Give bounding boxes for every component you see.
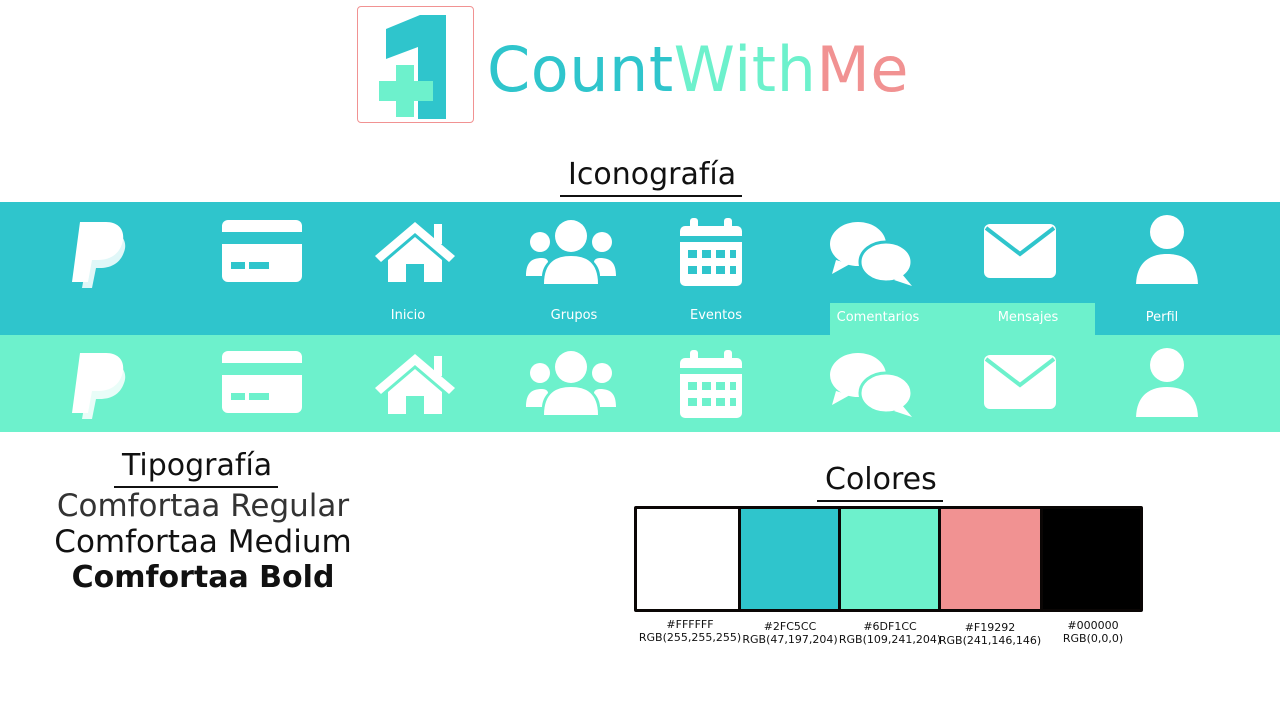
swatch-caption-white: #FFFFFF RGB(255,255,255) <box>639 618 741 644</box>
app-name: CountWithMe <box>487 30 909 110</box>
paypal-icon[interactable] <box>52 218 142 288</box>
swatch-rgb: RGB(0,0,0) <box>1062 632 1124 645</box>
user-icon[interactable] <box>1122 214 1212 284</box>
envelope-icon[interactable] <box>974 351 1064 421</box>
colors-title: Colores <box>817 462 943 502</box>
swatch-rgb: RGB(241,146,146) <box>938 634 1042 647</box>
app-logo <box>357 6 474 123</box>
font-sample-regular: Comfortaa Regular <box>56 488 350 524</box>
icon-band-secondary <box>0 335 1280 432</box>
brand-with: With <box>673 33 817 106</box>
swatch-hex: #6DF1CC <box>863 620 917 633</box>
nav-label-comentarios[interactable]: Comentarios <box>837 310 920 325</box>
swatch-teal <box>741 509 841 609</box>
home-icon[interactable] <box>370 216 460 286</box>
swatch-white <box>637 509 741 609</box>
comments-icon[interactable] <box>828 351 918 421</box>
swatch-pink <box>941 509 1043 609</box>
swatch-hex: #000000 <box>1067 619 1119 632</box>
nav-label-inicio[interactable]: Inicio <box>391 308 425 323</box>
number-one-plus-icon <box>379 15 446 119</box>
envelope-icon[interactable] <box>974 220 1064 290</box>
swatch-caption-mint: #6DF1CC RGB(109,241,204) <box>839 620 941 646</box>
swatch-hex: #2FC5CC <box>763 620 817 633</box>
paypal-icon[interactable] <box>52 349 142 419</box>
font-sample-bold: Comfortaa Bold <box>71 560 335 595</box>
swatch-black <box>1043 509 1140 609</box>
nav-label-mensajes[interactable]: Mensajes <box>998 310 1059 325</box>
font-sample-medium: Comfortaa Medium <box>54 524 352 560</box>
swatch-rgb: RGB(255,255,255) <box>638 631 742 644</box>
typography-title: Tipografía <box>114 448 279 488</box>
swatch-rgb: RGB(47,197,204) <box>742 633 838 646</box>
nav-label-grupos[interactable]: Grupos <box>551 308 598 323</box>
swatch-mint <box>841 509 941 609</box>
nav-label-perfil[interactable]: Perfil <box>1146 310 1179 325</box>
swatch-hex: #FFFFFF <box>666 618 714 631</box>
calendar-icon[interactable] <box>666 216 756 286</box>
swatch-hex: #F19292 <box>964 621 1016 634</box>
iconography-title: Iconografía <box>560 157 743 197</box>
swatch-caption-teal: #2FC5CC RGB(47,197,204) <box>742 620 837 646</box>
brand-count: Count <box>487 33 674 106</box>
user-icon[interactable] <box>1122 347 1212 417</box>
credit-card-icon[interactable] <box>217 349 307 419</box>
calendar-icon[interactable] <box>666 348 756 418</box>
icon-band-primary: Inicio Grupos Eventos Comentarios Mensaj… <box>0 202 1280 335</box>
users-icon[interactable] <box>526 349 616 419</box>
swatch-caption-black: #000000 RGB(0,0,0) <box>1063 619 1123 645</box>
comments-icon[interactable] <box>828 220 918 290</box>
swatch-rgb: RGB(109,241,204) <box>838 633 942 646</box>
home-icon[interactable] <box>370 348 460 418</box>
nav-label-eventos[interactable]: Eventos <box>690 308 742 323</box>
credit-card-icon[interactable] <box>217 218 307 288</box>
users-icon[interactable] <box>526 218 616 288</box>
swatch-caption-pink: #F19292 RGB(241,146,146) <box>939 621 1041 647</box>
color-palette <box>634 506 1143 612</box>
brand-me: Me <box>816 33 910 106</box>
